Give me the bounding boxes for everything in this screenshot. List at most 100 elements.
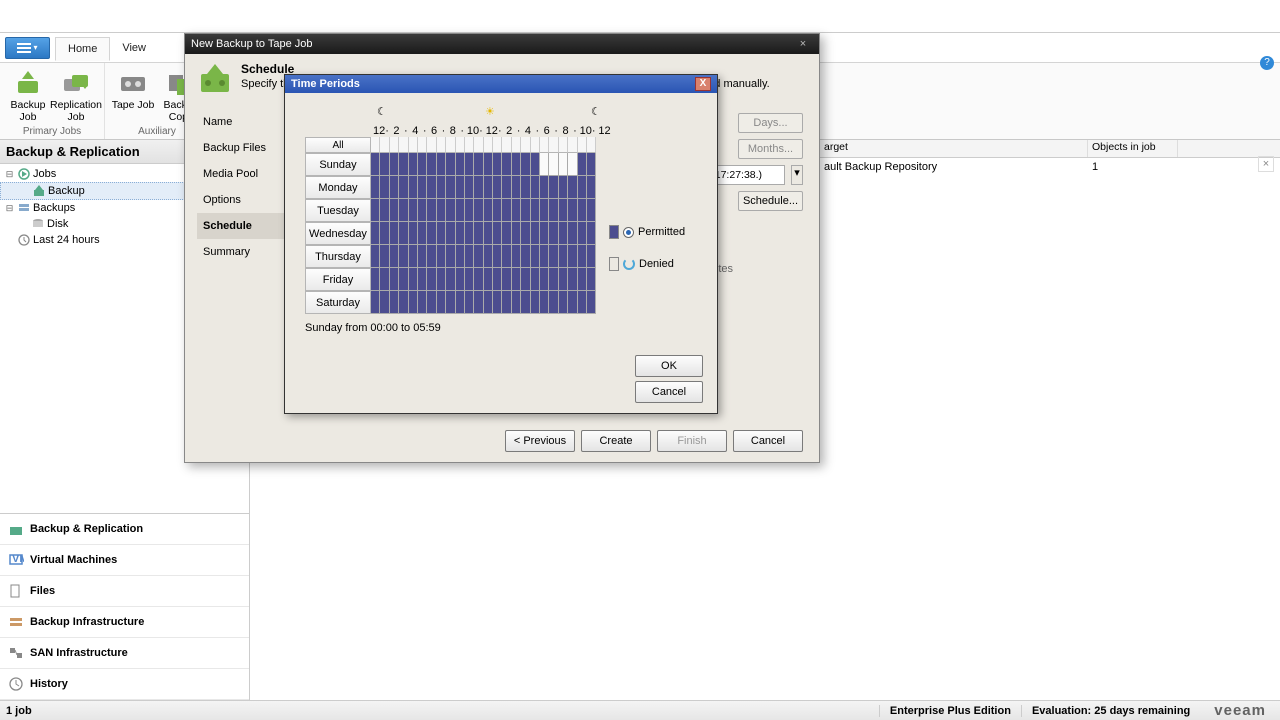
- time-cell[interactable]: [465, 153, 474, 176]
- time-cell[interactable]: [437, 199, 446, 222]
- time-cell[interactable]: [474, 245, 483, 268]
- panel-close-icon[interactable]: ×: [1258, 156, 1274, 172]
- time-cell[interactable]: [559, 153, 568, 176]
- time-cell[interactable]: [409, 176, 418, 199]
- time-cell[interactable]: [371, 245, 380, 268]
- time-grid[interactable]: ☾ ☀ ☾ 12·2·4·6·8·10·12·2·4·6·8·10·12 All…: [305, 111, 608, 314]
- time-cell[interactable]: [502, 199, 511, 222]
- time-cell[interactable]: [399, 176, 408, 199]
- time-cell[interactable]: [578, 176, 587, 199]
- time-cell[interactable]: [446, 291, 455, 314]
- time-cell[interactable]: [484, 176, 493, 199]
- time-cell[interactable]: [390, 176, 399, 199]
- time-cell[interactable]: [549, 199, 558, 222]
- time-cell[interactable]: [512, 153, 521, 176]
- time-cell[interactable]: [549, 291, 558, 314]
- time-cell[interactable]: [380, 176, 389, 199]
- time-cell[interactable]: [399, 291, 408, 314]
- time-cell[interactable]: [531, 199, 540, 222]
- time-cell[interactable]: [559, 291, 568, 314]
- time-cell[interactable]: [587, 199, 596, 222]
- time-cell[interactable]: [559, 268, 568, 291]
- wizard-close-icon[interactable]: ×: [793, 38, 813, 50]
- time-cell[interactable]: [456, 176, 465, 199]
- time-cell[interactable]: [390, 245, 399, 268]
- time-cell[interactable]: [493, 153, 502, 176]
- time-cell[interactable]: [568, 222, 577, 245]
- time-cell[interactable]: [484, 291, 493, 314]
- time-cell[interactable]: [465, 291, 474, 314]
- time-cell[interactable]: [521, 245, 530, 268]
- time-cell[interactable]: [578, 291, 587, 314]
- navbar-backup-replication[interactable]: Backup & Replication: [0, 514, 249, 545]
- time-cell[interactable]: [493, 291, 502, 314]
- time-cell[interactable]: [521, 153, 530, 176]
- time-cell[interactable]: [549, 268, 558, 291]
- time-cell[interactable]: [474, 199, 483, 222]
- time-cell[interactable]: [521, 291, 530, 314]
- time-cell[interactable]: [540, 153, 549, 176]
- time-cell[interactable]: [578, 153, 587, 176]
- time-cell[interactable]: [512, 199, 521, 222]
- time-cell[interactable]: [371, 176, 380, 199]
- time-cell[interactable]: [502, 245, 511, 268]
- day-label[interactable]: Friday: [305, 268, 371, 291]
- file-menu[interactable]: ▾: [5, 37, 50, 59]
- time-cell[interactable]: [437, 245, 446, 268]
- time-cell[interactable]: [474, 268, 483, 291]
- day-label[interactable]: Thursday: [305, 245, 371, 268]
- time-cell[interactable]: [456, 222, 465, 245]
- navbar-san-infra[interactable]: SAN Infrastructure: [0, 638, 249, 669]
- time-cell[interactable]: [531, 268, 540, 291]
- navbar-files[interactable]: Files: [0, 576, 249, 607]
- time-cell[interactable]: [502, 291, 511, 314]
- time-cell[interactable]: [521, 222, 530, 245]
- time-cell[interactable]: [578, 222, 587, 245]
- time-cell[interactable]: [493, 245, 502, 268]
- time-cell[interactable]: [371, 268, 380, 291]
- time-cell[interactable]: [446, 268, 455, 291]
- time-cell[interactable]: [399, 222, 408, 245]
- time-cell[interactable]: [427, 176, 436, 199]
- col-objects[interactable]: Objects in job: [1088, 140, 1178, 157]
- time-cell[interactable]: [390, 199, 399, 222]
- time-cell[interactable]: [409, 222, 418, 245]
- time-cell[interactable]: [474, 153, 483, 176]
- time-cell[interactable]: [446, 222, 455, 245]
- time-cell[interactable]: [446, 199, 455, 222]
- time-cell[interactable]: [502, 153, 511, 176]
- time-cell[interactable]: [418, 199, 427, 222]
- time-cell[interactable]: [427, 291, 436, 314]
- time-cell[interactable]: [568, 199, 577, 222]
- time-cell[interactable]: [418, 268, 427, 291]
- all-button[interactable]: All: [305, 137, 371, 153]
- time-cell[interactable]: [559, 222, 568, 245]
- time-cell[interactable]: [493, 268, 502, 291]
- time-cell[interactable]: [559, 199, 568, 222]
- time-cell[interactable]: [456, 153, 465, 176]
- time-cell[interactable]: [418, 153, 427, 176]
- time-cell[interactable]: [427, 245, 436, 268]
- time-cell[interactable]: [456, 268, 465, 291]
- time-cell[interactable]: [380, 199, 389, 222]
- time-cell[interactable]: [587, 153, 596, 176]
- time-cell[interactable]: [521, 176, 530, 199]
- time-cell[interactable]: [390, 291, 399, 314]
- day-label[interactable]: Wednesday: [305, 222, 371, 245]
- time-cell[interactable]: [437, 176, 446, 199]
- time-cell[interactable]: [493, 222, 502, 245]
- time-cell[interactable]: [399, 153, 408, 176]
- day-label[interactable]: Saturday: [305, 291, 371, 314]
- time-cell[interactable]: [568, 291, 577, 314]
- time-cell[interactable]: [549, 153, 558, 176]
- time-cell[interactable]: [446, 245, 455, 268]
- day-label[interactable]: Monday: [305, 176, 371, 199]
- time-cell[interactable]: [540, 291, 549, 314]
- time-cell[interactable]: [371, 153, 380, 176]
- time-cell[interactable]: [568, 153, 577, 176]
- time-cell[interactable]: [531, 176, 540, 199]
- time-cell[interactable]: [512, 245, 521, 268]
- time-cell[interactable]: [493, 176, 502, 199]
- time-cell[interactable]: [531, 245, 540, 268]
- time-cell[interactable]: [521, 268, 530, 291]
